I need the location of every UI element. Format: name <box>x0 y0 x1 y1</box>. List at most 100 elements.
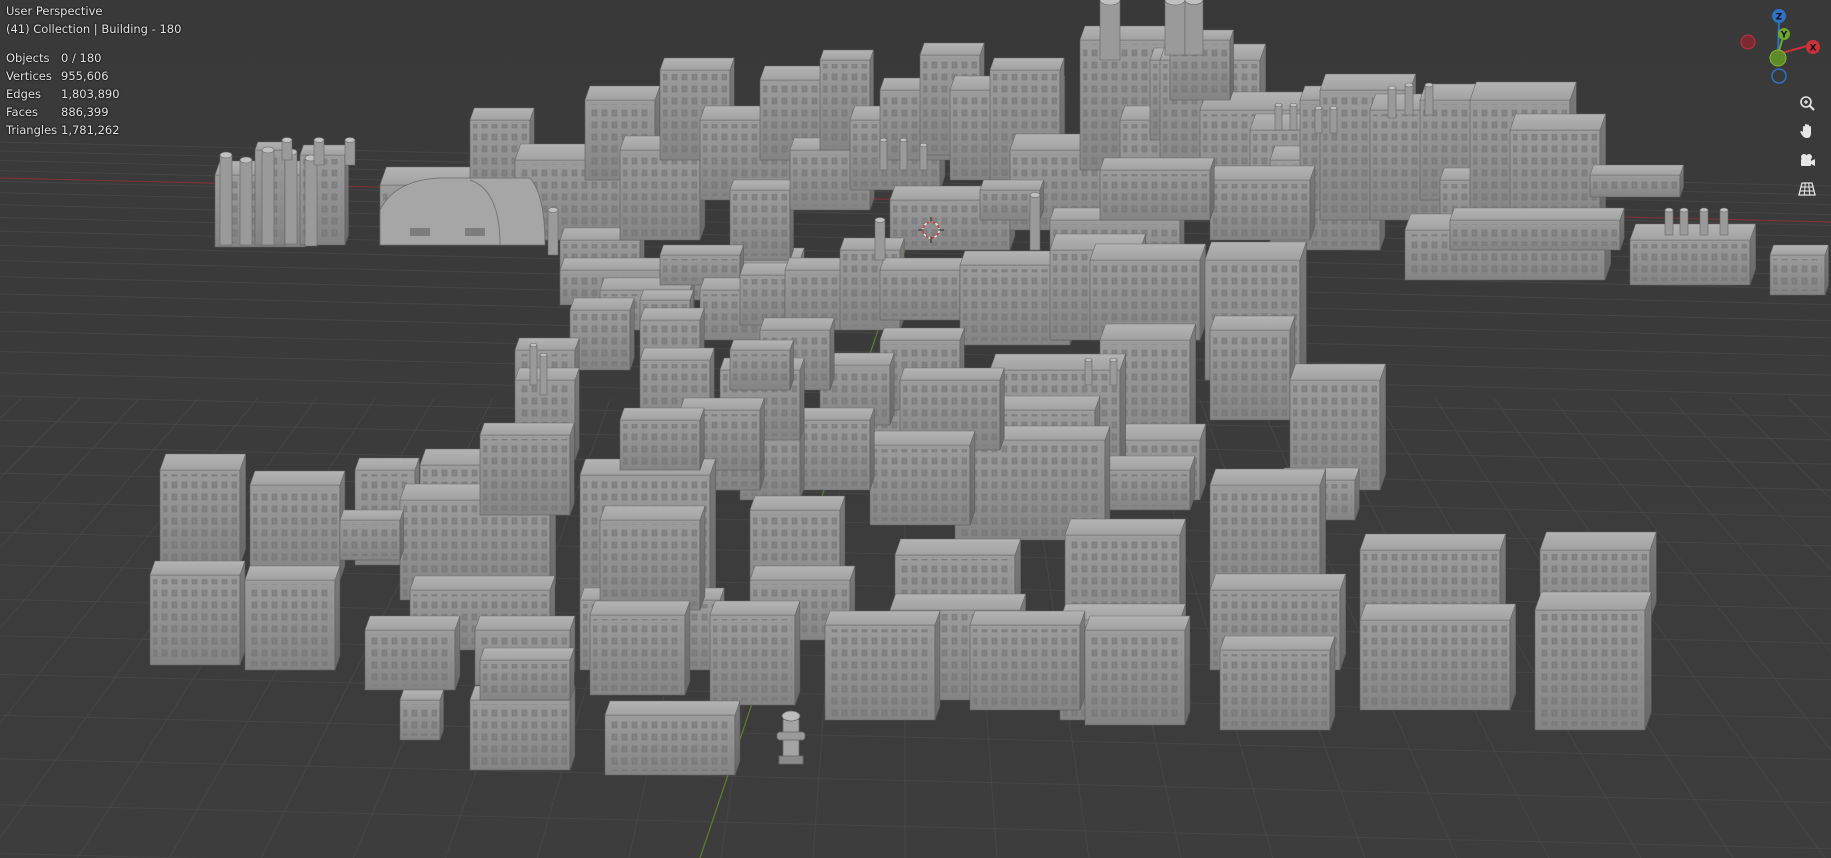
building-mesh[interactable] <box>1209 315 1296 421</box>
stat-value: 1,781,262 <box>61 123 120 137</box>
smokestack-mesh[interactable] <box>219 151 233 246</box>
smokestack-mesh[interactable] <box>1314 105 1323 134</box>
smokestack-mesh[interactable] <box>529 342 538 386</box>
gizmo-z-label: Z <box>1776 13 1783 23</box>
building-mesh[interactable] <box>339 509 404 561</box>
building-mesh[interactable] <box>249 470 346 581</box>
stat-value: 0 / 180 <box>61 51 102 65</box>
smokestack-mesh[interactable] <box>1387 85 1397 119</box>
stat-row-edges: Edges 1,803,890 <box>6 85 120 103</box>
smokestack-mesh[interactable] <box>1664 207 1674 236</box>
building-mesh[interactable] <box>879 257 965 321</box>
navigation-gizmo[interactable]: Y Z X <box>1737 4 1829 84</box>
gizmo-x-label: X <box>1810 44 1817 54</box>
stat-label: Triangles <box>6 123 58 137</box>
smokestack-mesh[interactable] <box>1184 0 1204 56</box>
smokestack-mesh[interactable] <box>1029 192 1041 251</box>
stat-row-triangles: Triangles 1,781,262 <box>6 121 120 139</box>
building-mesh[interactable] <box>1629 223 1757 286</box>
smokestack-mesh[interactable] <box>1164 0 1186 56</box>
gizmo-y-label: Y <box>1780 31 1788 41</box>
smokestack-mesh[interactable] <box>1099 0 1121 61</box>
building-mesh[interactable] <box>1209 165 1316 241</box>
building-mesh[interactable] <box>824 610 941 721</box>
smokestack-mesh[interactable] <box>239 156 253 246</box>
stat-label: Faces <box>6 105 38 119</box>
smokestack-mesh[interactable] <box>539 352 548 396</box>
building-mesh[interactable] <box>1449 207 1625 251</box>
scene-canvas[interactable] <box>0 0 1831 858</box>
smokestack-mesh[interactable] <box>1329 105 1338 134</box>
stat-label: Vertices <box>6 69 52 83</box>
smokestack-mesh[interactable] <box>1084 357 1093 386</box>
stat-label: Edges <box>6 87 41 101</box>
building-mesh[interactable] <box>1359 603 1517 711</box>
smokestack-mesh[interactable] <box>1719 207 1729 236</box>
building-mesh[interactable] <box>1084 615 1191 726</box>
building-mesh[interactable] <box>159 453 247 566</box>
3d-viewport[interactable]: User Perspective (41) Collection | Build… <box>0 0 1831 858</box>
stat-row-faces: Faces 886,399 <box>6 103 120 121</box>
stat-value: 1,803,890 <box>61 87 120 101</box>
building-mesh[interactable] <box>589 600 691 696</box>
building-mesh[interactable] <box>1219 635 1336 731</box>
building-mesh[interactable] <box>619 407 705 471</box>
gizmo-neg-z-ball[interactable] <box>1769 49 1787 67</box>
hangar-mesh[interactable] <box>379 177 546 246</box>
smokestack-mesh[interactable] <box>919 142 928 171</box>
building-mesh[interactable] <box>604 700 741 776</box>
building-mesh[interactable] <box>709 600 801 706</box>
building-mesh[interactable] <box>364 615 461 691</box>
smokestack-mesh[interactable] <box>1109 357 1118 386</box>
smokestack-mesh[interactable] <box>344 137 356 166</box>
pan-button[interactable] <box>1794 118 1820 144</box>
camera-view-button[interactable] <box>1794 147 1820 173</box>
building-mesh[interactable] <box>244 565 341 671</box>
building-mesh[interactable] <box>149 560 246 666</box>
smokestack-mesh[interactable] <box>874 217 886 261</box>
building-mesh[interactable] <box>1099 157 1215 221</box>
smokestack-mesh[interactable] <box>304 154 318 247</box>
viewport-header-info: User Perspective (41) Collection | Build… <box>6 2 181 38</box>
building-mesh[interactable] <box>869 430 976 526</box>
smokestack-mesh[interactable] <box>899 137 908 171</box>
smokestack-mesh[interactable] <box>281 137 293 161</box>
smokestack-mesh[interactable] <box>313 137 325 166</box>
scene-statistics: Objects 0 / 180 Vertices 955,606 Edges 1… <box>6 49 120 139</box>
ortho-toggle-button[interactable] <box>1794 176 1820 202</box>
building-mesh[interactable] <box>479 647 575 701</box>
hand-icon <box>1800 124 1811 138</box>
stat-row-vertices: Vertices 955,606 <box>6 67 120 85</box>
view-name: User Perspective <box>6 4 103 18</box>
smokestack-mesh[interactable] <box>261 146 275 246</box>
building-mesh[interactable] <box>569 297 635 371</box>
collection-info: (41) Collection | Building - 180 <box>6 22 182 36</box>
camera-icon <box>1801 154 1815 166</box>
stat-value: 955,606 <box>61 69 109 83</box>
grid-icon <box>1798 182 1816 196</box>
building-mesh[interactable] <box>1589 164 1684 198</box>
building-mesh[interactable] <box>1534 591 1652 731</box>
smokestack-mesh[interactable] <box>1679 207 1689 236</box>
gizmo-neg-y-ball[interactable] <box>1771 68 1787 84</box>
gizmo-neg-x-ball[interactable] <box>1740 34 1756 50</box>
building-mesh[interactable] <box>399 689 444 741</box>
stat-row-objects: Objects 0 / 180 <box>6 49 120 67</box>
smokestack-mesh[interactable] <box>1274 102 1283 131</box>
zoom-button[interactable] <box>1794 90 1820 116</box>
building-mesh[interactable] <box>729 339 794 391</box>
building-mesh[interactable] <box>969 610 1086 711</box>
smokestack-mesh[interactable] <box>1404 82 1414 116</box>
building-mesh[interactable] <box>599 505 706 611</box>
stat-value: 886,399 <box>61 105 109 119</box>
building-mesh[interactable] <box>1769 244 1829 296</box>
stat-label: Objects <box>6 51 50 65</box>
zoom-icon <box>1800 96 1815 111</box>
smokestack-mesh[interactable] <box>879 137 888 171</box>
smokestack-mesh[interactable] <box>284 148 298 245</box>
smokestack-mesh[interactable] <box>1289 102 1298 131</box>
smokestack-mesh[interactable] <box>1699 207 1709 236</box>
building-mesh[interactable] <box>479 422 575 516</box>
smokestack-mesh[interactable] <box>1424 82 1434 116</box>
smokestack-mesh[interactable] <box>547 207 559 256</box>
